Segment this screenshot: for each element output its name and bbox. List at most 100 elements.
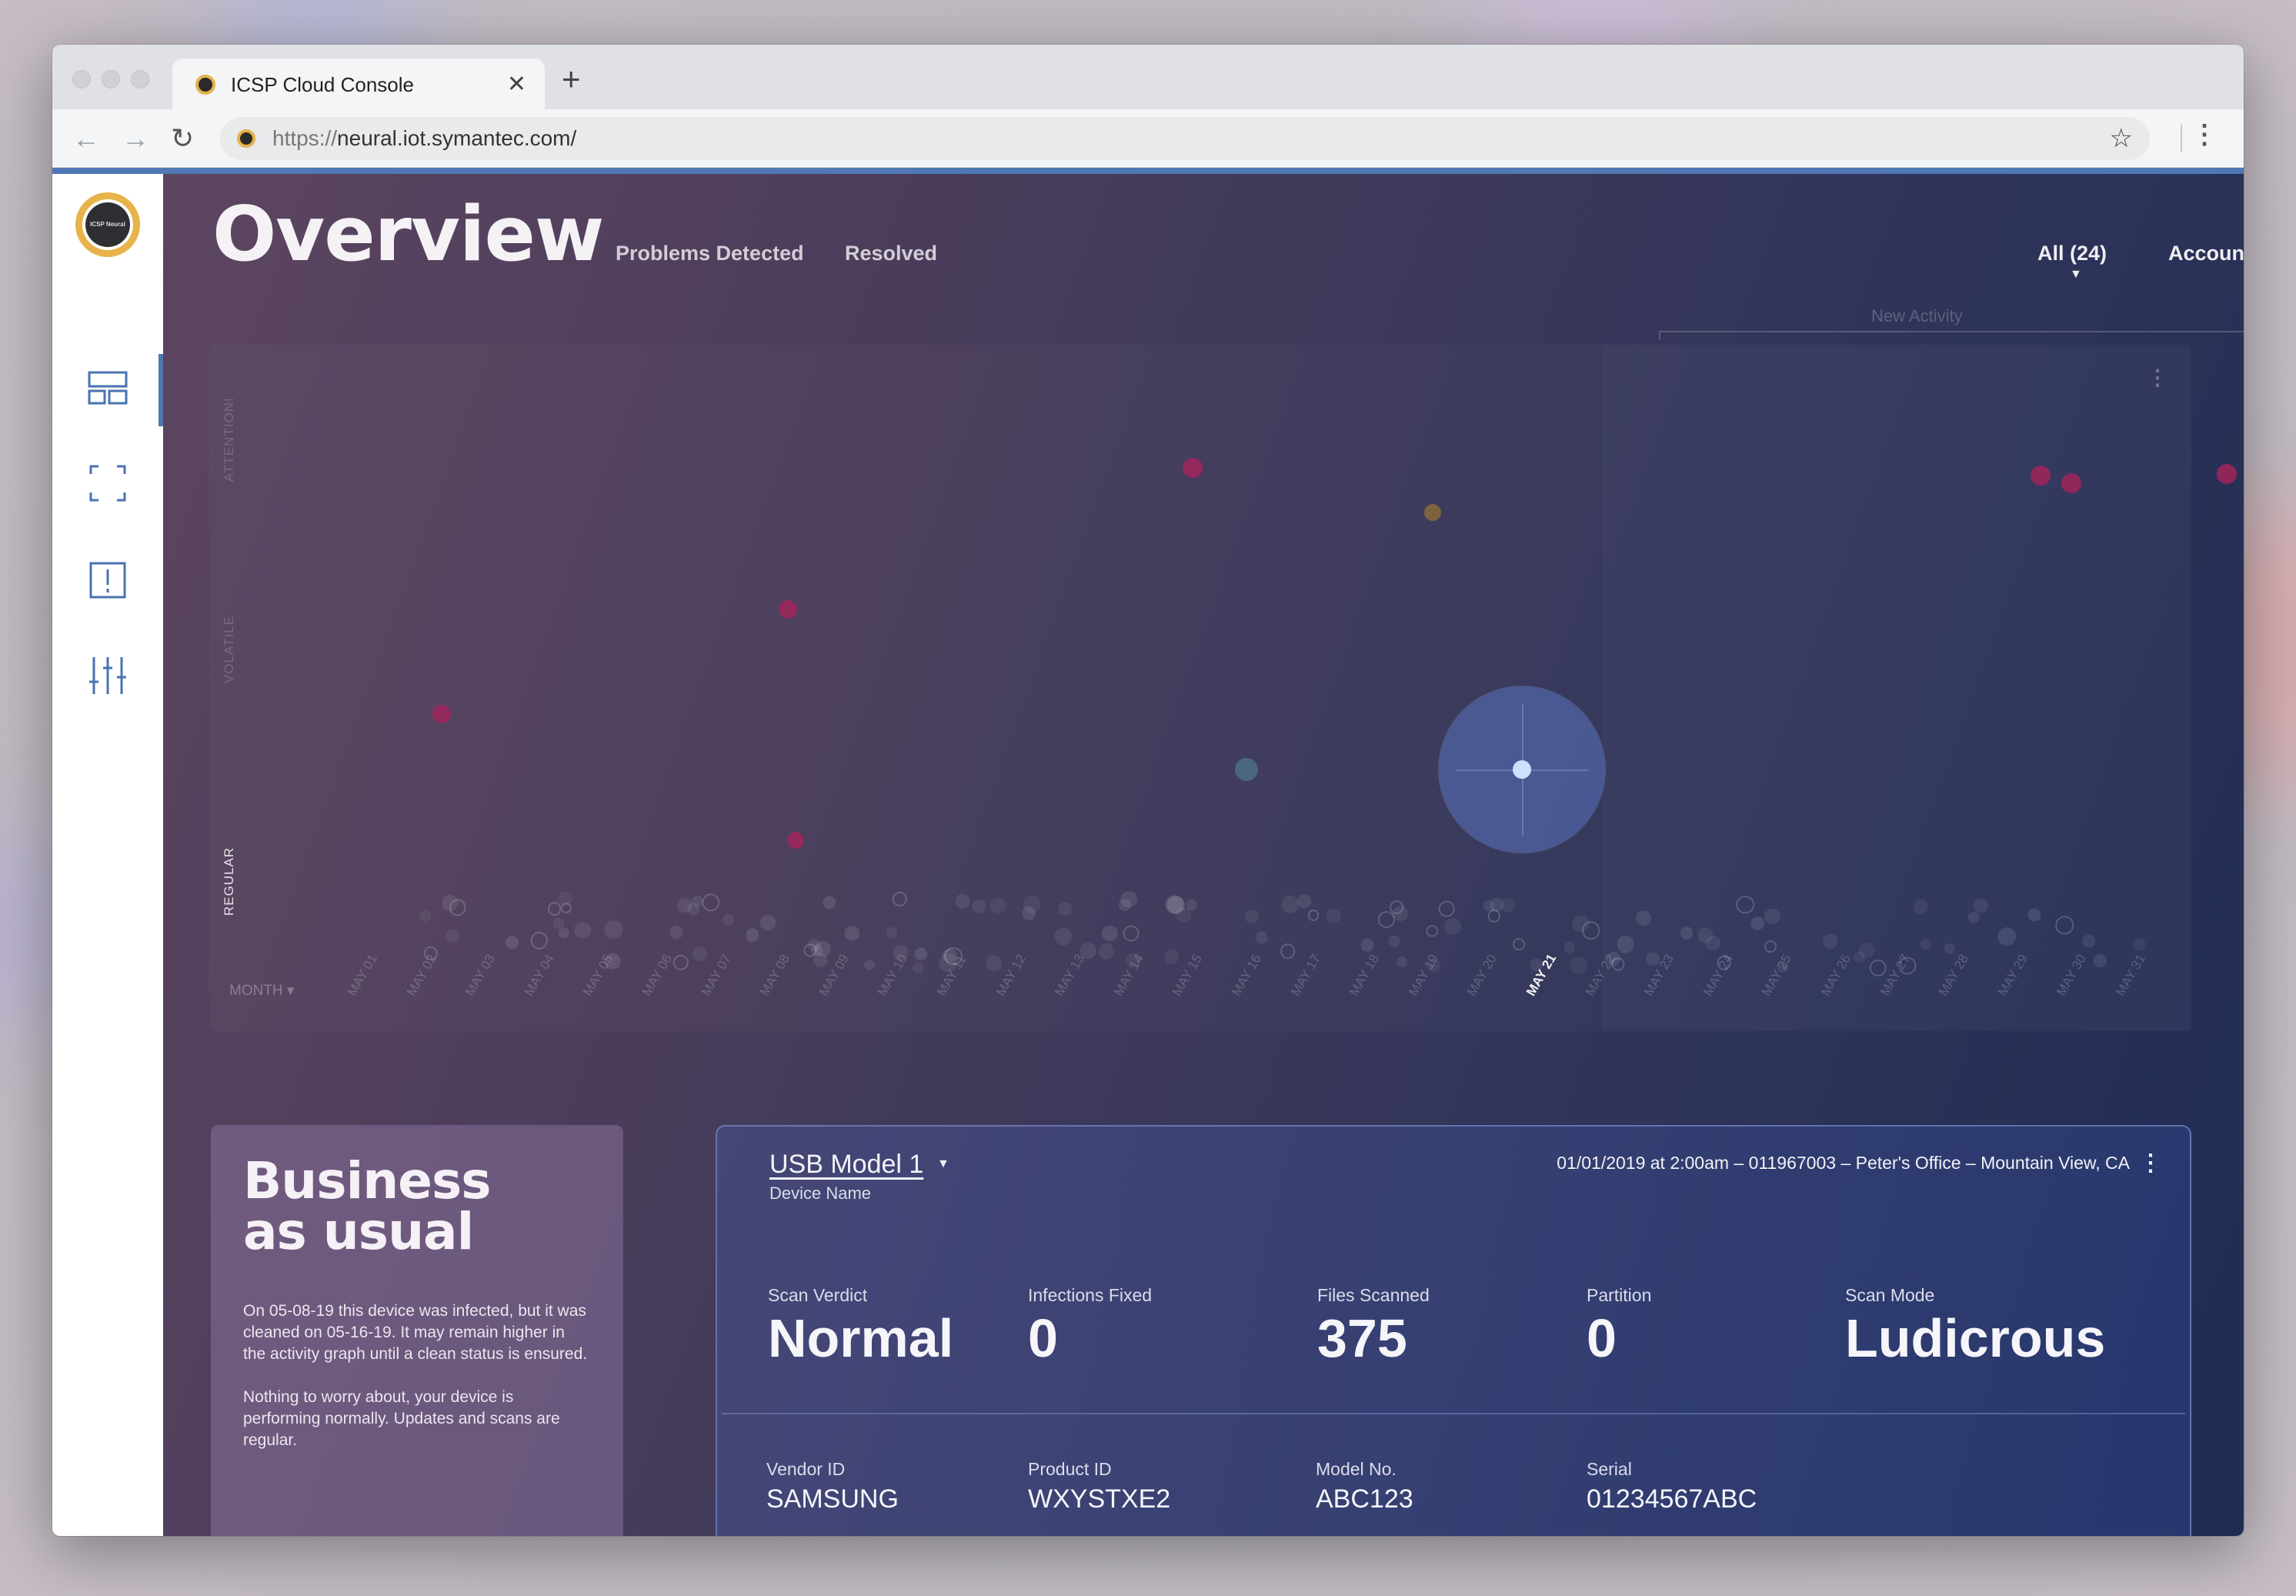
activity-point	[944, 947, 963, 966]
activity-point[interactable]	[1183, 458, 1203, 478]
close-tab-icon[interactable]: ✕	[507, 73, 526, 96]
activity-point	[604, 953, 621, 970]
device-card-divider	[722, 1413, 2185, 1414]
status-title: Business as usual	[243, 1151, 492, 1261]
activity-point[interactable]	[2217, 464, 2237, 484]
dashboard-icon[interactable]	[86, 366, 129, 409]
selected-point[interactable]	[1513, 760, 1531, 779]
x-tick-label[interactable]: MAY 01	[345, 952, 381, 999]
scan-frame-icon[interactable]	[86, 462, 129, 505]
graph-menu-icon[interactable]: ⋮	[2147, 365, 2168, 390]
bookmark-star-icon[interactable]: ☆	[2110, 125, 2133, 152]
tab-resolved[interactable]: Resolved	[845, 242, 937, 265]
activity-point	[955, 893, 970, 909]
window-zoom-control[interactable]	[131, 70, 149, 88]
activity-point	[1913, 899, 1928, 914]
activity-point	[1186, 899, 1198, 911]
x-tick-label[interactable]: MAY 21	[1523, 951, 1560, 999]
activity-point	[913, 947, 928, 961]
stat-scan-verdict: Scan Verdict Normal	[768, 1285, 954, 1368]
device-name-dropdown[interactable]: USB Model 1	[769, 1150, 923, 1180]
activity-point	[604, 920, 623, 939]
window-minimize-control[interactable]	[102, 70, 120, 88]
activity-point	[1500, 898, 1515, 913]
window-close-control[interactable]	[72, 70, 91, 88]
address-bar[interactable]: https://neural.iot.symantec.com/ ☆	[220, 117, 2150, 160]
reload-icon[interactable]: ↻	[171, 120, 194, 157]
activity-point	[1426, 925, 1439, 937]
y-label-attention: ATTENTION!	[222, 397, 236, 482]
x-tick-label[interactable]: MAY 17	[1288, 952, 1324, 999]
activity-point	[913, 962, 924, 973]
activity-point	[1396, 957, 1407, 968]
status-card: Business as usual On 05-08-19 this devic…	[211, 1125, 623, 1536]
chevron-down-icon[interactable]: ▼	[937, 1157, 949, 1171]
activity-point	[1164, 950, 1179, 964]
activity-point[interactable]	[2061, 473, 2081, 493]
x-tick-label[interactable]: MAY 16	[1229, 952, 1265, 999]
logo-text: ICSP Neural	[85, 202, 130, 247]
info-vendor-id: Vendor ID SAMSUNG	[766, 1459, 899, 1514]
filter-dropdown[interactable]: All (24)	[2037, 242, 2107, 265]
scan-meta: 01/01/2019 at 2:00am – 011967003 – Peter…	[1557, 1153, 2130, 1173]
y-label-regular: REGULAR	[222, 846, 236, 916]
activity-point	[1023, 895, 1041, 913]
activity-point	[1098, 943, 1115, 960]
info-serial: Serial 01234567ABC	[1587, 1459, 1757, 1514]
activity-point	[746, 928, 759, 943]
activity-point	[1387, 935, 1400, 947]
activity-point	[1058, 902, 1073, 917]
activity-point[interactable]	[2031, 466, 2051, 486]
activity-point	[1997, 927, 2016, 946]
activity-point[interactable]	[1235, 758, 1258, 781]
browser-menu-icon[interactable]: ⋮	[2191, 122, 2218, 148]
activity-point[interactable]	[787, 832, 804, 849]
activity-point	[419, 910, 432, 922]
activity-point	[702, 893, 720, 912]
activity-point[interactable]	[432, 705, 451, 723]
activity-graph[interactable]: ⋮ ATTENTION! VOLATILE REGULAR MONTH ▾ MA…	[209, 345, 2237, 1031]
sliders-icon[interactable]	[86, 654, 129, 697]
device-card: USB Model 1 ▼ Device Name 01/01/2019 at …	[716, 1125, 2191, 1536]
activity-point	[1563, 942, 1576, 953]
activity-point	[505, 935, 519, 950]
x-tick-label[interactable]: MAY 13	[1052, 952, 1088, 999]
activity-point	[1438, 900, 1455, 917]
browser-tab[interactable]: ICSP Cloud Console ✕	[172, 58, 545, 111]
tab-problems-detected[interactable]: Problems Detected	[616, 242, 804, 265]
x-tick-label[interactable]: MAY 03	[462, 952, 499, 999]
alert-icon[interactable]	[86, 559, 129, 602]
activity-point	[1393, 906, 1409, 922]
activity-point[interactable]	[1424, 504, 1441, 521]
device-menu-icon[interactable]: ⋮	[2139, 1150, 2162, 1177]
back-icon[interactable]: ←	[72, 120, 100, 157]
x-tick-label[interactable]: MAY 18	[1347, 952, 1383, 999]
activity-point	[1256, 931, 1268, 944]
activity-point[interactable]	[779, 600, 797, 619]
forward-icon[interactable]: →	[122, 120, 149, 157]
page-title: Overview	[212, 191, 604, 279]
account-link[interactable]: Account	[2168, 242, 2244, 265]
activity-point	[759, 914, 776, 931]
activity-point	[1487, 910, 1500, 923]
new-tab-button[interactable]: +	[562, 63, 581, 95]
activity-point	[1611, 957, 1625, 971]
tab-bar: ICSP Cloud Console ✕ +	[52, 45, 2244, 111]
x-tick-label[interactable]: MAY 08	[757, 952, 793, 999]
app-logo[interactable]: ICSP Neural	[75, 192, 140, 257]
new-activity-bracket	[1659, 331, 2244, 340]
activity-point	[1118, 898, 1131, 911]
x-tick-label[interactable]: MAY 20	[1464, 952, 1500, 999]
activity-point	[1427, 959, 1440, 973]
activity-point	[1974, 899, 1988, 913]
stat-files-scanned: Files Scanned 375	[1317, 1285, 1430, 1368]
activity-point	[815, 940, 831, 957]
activity-point	[449, 899, 466, 917]
month-selector[interactable]: MONTH ▾	[229, 982, 294, 1000]
activity-point	[1080, 942, 1097, 960]
activity-point	[1646, 952, 1660, 967]
activity-point	[1307, 910, 1319, 921]
x-tick-label[interactable]: MAY 06	[639, 952, 676, 999]
x-tick-label[interactable]: MAY 04	[522, 952, 558, 999]
activity-point	[1513, 937, 1526, 950]
